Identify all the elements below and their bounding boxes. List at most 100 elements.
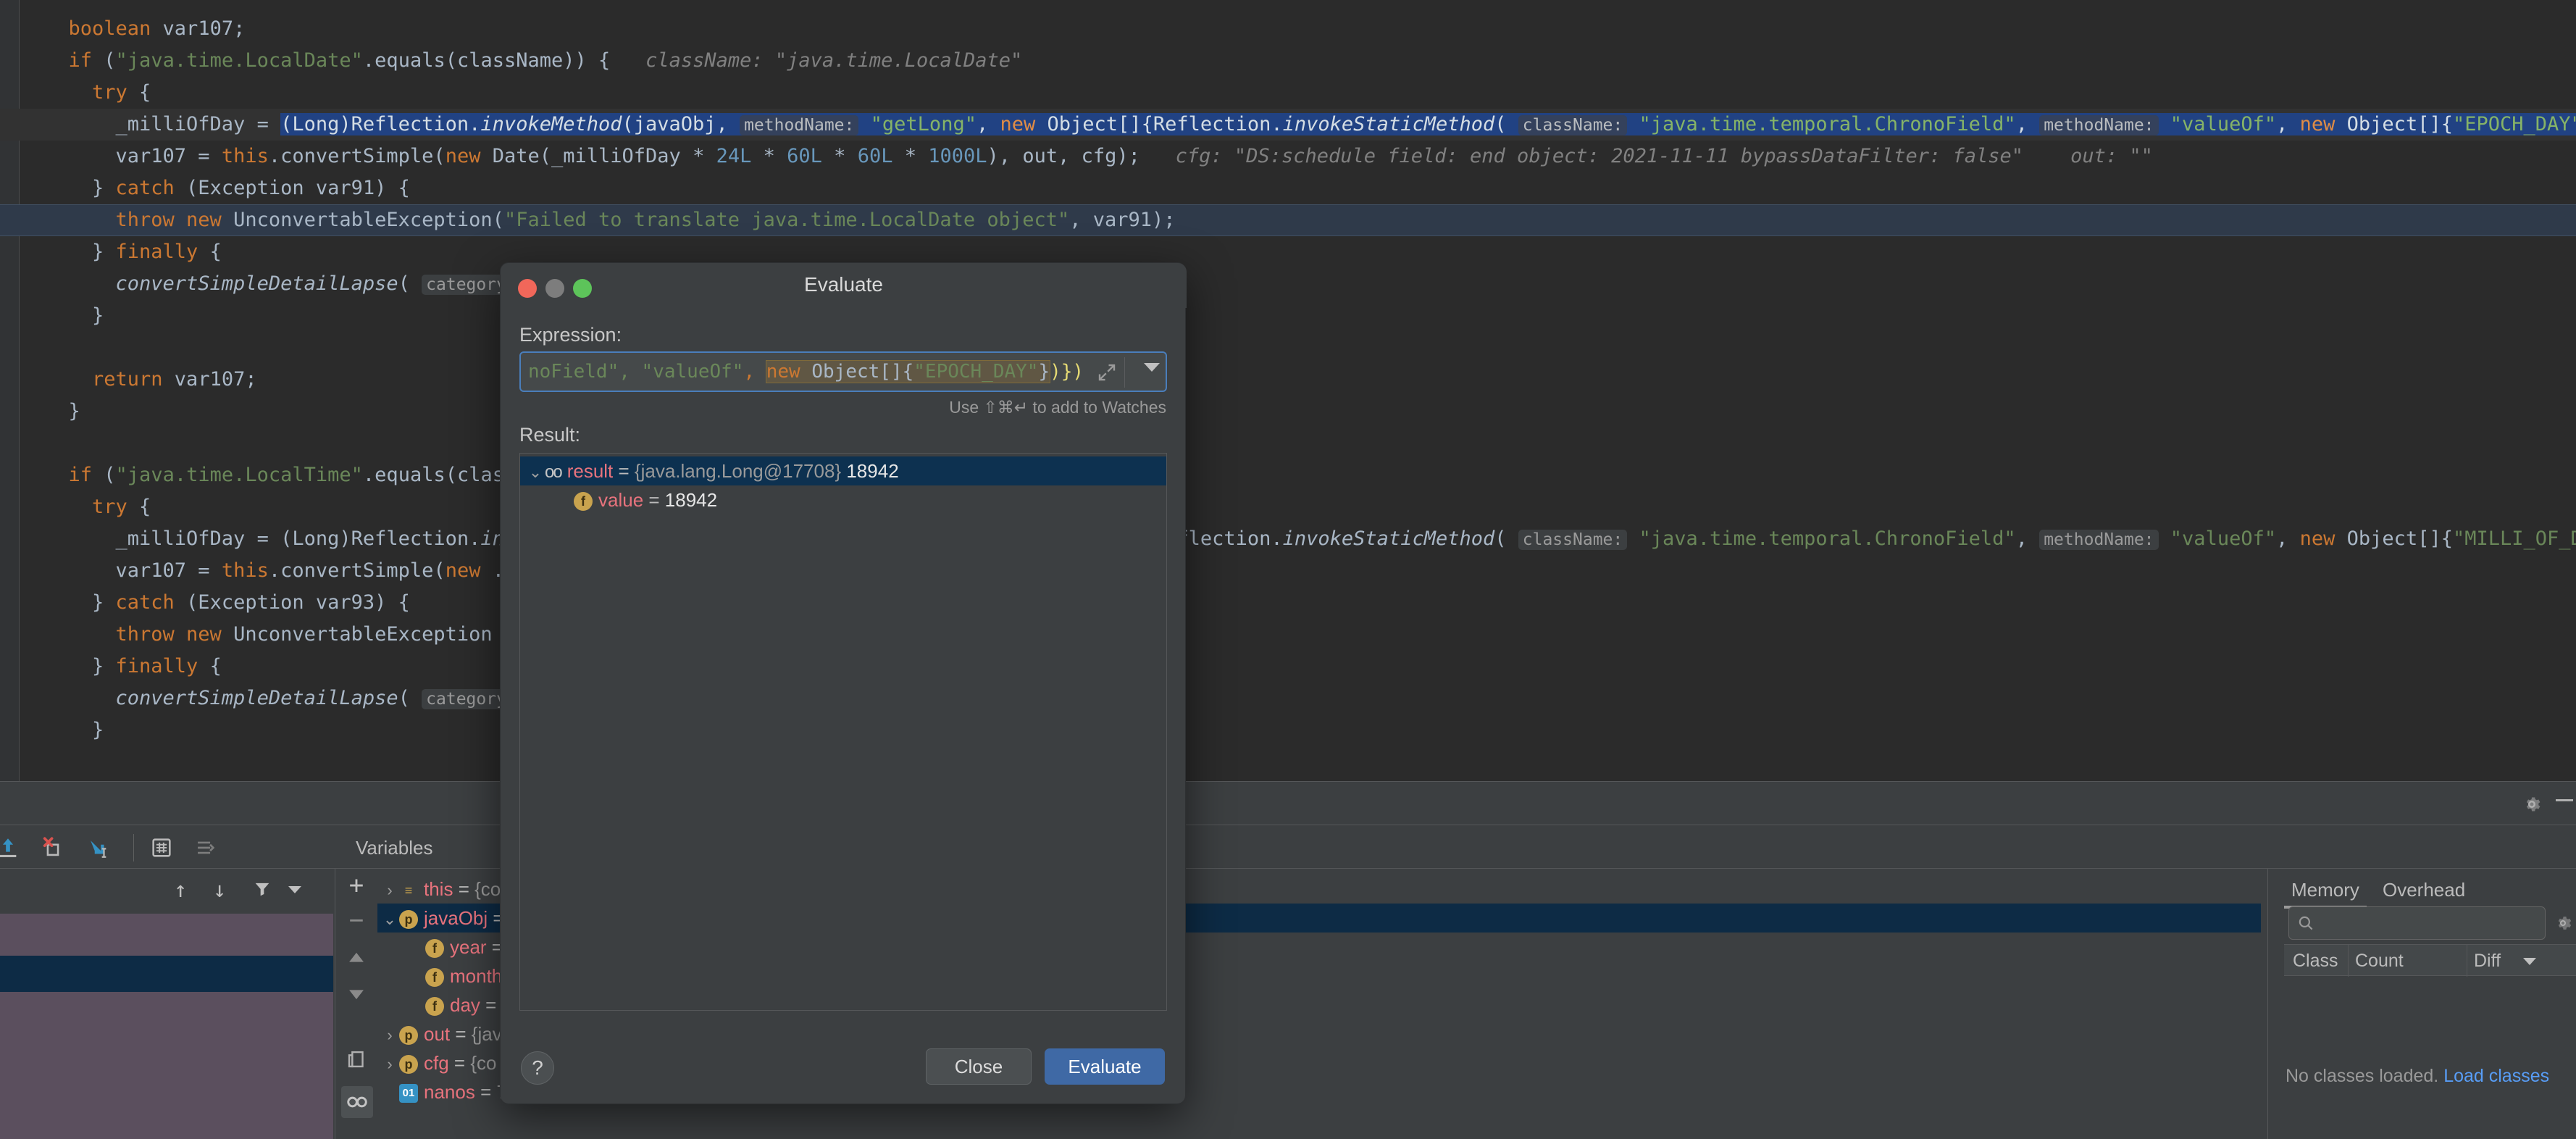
run-to-cursor-icon[interactable]	[85, 835, 110, 860]
code-line[interactable]: }	[0, 396, 2576, 427]
chevron-icon[interactable]: ›	[380, 1050, 399, 1079]
code-line[interactable]: return var107;	[0, 364, 2576, 396]
frames-pane[interactable]: ↑ ↓	[0, 869, 333, 1139]
code-token: _milliOfDay = (Long)Reflection.	[116, 527, 481, 550]
variable-name: out	[424, 1023, 450, 1045]
memory-column-count[interactable]: Count	[2355, 951, 2404, 972]
code-line[interactable]: }	[0, 300, 2576, 332]
memory-empty-message: No classes loaded. Load classes	[2286, 1066, 2549, 1087]
code-line[interactable]: if ("java.time.LocalTime".equals(classNa…	[0, 459, 2576, 491]
tab-memory[interactable]: Memory	[2284, 875, 2367, 906]
chevron-down-icon[interactable]	[1144, 363, 1160, 372]
code-line[interactable]: _milliOfDay = (Long)Reflection.invokeMet…	[0, 523, 2576, 555]
code-line[interactable]	[0, 332, 2576, 364]
chevron-icon[interactable]: ⌄	[380, 905, 399, 934]
code-token: invokeStaticMethod	[1283, 113, 1495, 135]
code-token: }	[92, 591, 116, 614]
add-icon[interactable]: +	[344, 873, 369, 898]
result-row[interactable]: fvalue = 18942	[520, 485, 1166, 514]
result-row[interactable]: ⌄ooresult = {java.lang.Long@17708} 18942	[520, 456, 1166, 485]
code-line[interactable]: try {	[0, 491, 2576, 523]
code-editor[interactable]: boolean var107;if ("java.time.LocalDate"…	[0, 0, 2576, 781]
code-token: , var91);	[1069, 209, 1175, 231]
code-token: if	[69, 464, 104, 486]
code-token	[1140, 145, 1176, 167]
chevron-down-icon[interactable]	[288, 886, 301, 893]
inspect-icon[interactable]	[341, 1086, 373, 1118]
frame-row[interactable]	[0, 992, 333, 1139]
remove-icon[interactable]: −	[344, 908, 369, 933]
result-equals: =	[643, 489, 665, 511]
code-line[interactable]: convertSimpleDetailLapse( category:	[0, 268, 2576, 300]
sort-asc-icon[interactable]: ↑	[174, 877, 187, 903]
chevron-icon[interactable]: ›	[380, 876, 399, 905]
move-up-icon[interactable]	[344, 946, 369, 970]
help-button[interactable]: ?	[521, 1051, 554, 1085]
sort-desc-icon[interactable]: ↓	[213, 877, 226, 903]
variable-equals: =	[453, 878, 474, 900]
move-down-icon[interactable]	[344, 982, 369, 1006]
expand-editor-icon[interactable]	[1096, 362, 1118, 383]
evaluate-expression-icon[interactable]	[149, 835, 174, 860]
code-token: new	[446, 559, 481, 582]
tab-overhead[interactable]: Overhead	[2375, 875, 2472, 906]
evaluate-button[interactable]: Evaluate	[1045, 1048, 1165, 1085]
frame-row[interactable]	[0, 914, 333, 956]
code-line[interactable]: } finally {	[0, 651, 2576, 683]
code-token: catch	[116, 177, 175, 199]
code-line[interactable]: boolean var107;	[0, 13, 2576, 45]
code-line[interactable]: if ("java.time.LocalDate".equals(classNa…	[0, 45, 2576, 77]
code-token: Object[]{Reflection.	[1035, 113, 1282, 135]
memory-settings-gear-icon[interactable]	[2552, 912, 2574, 934]
memory-column-class[interactable]: Class	[2293, 951, 2338, 972]
code-line[interactable]: } catch (Exception var91) {	[0, 172, 2576, 204]
column-divider	[2348, 945, 2349, 977]
code-token	[858, 113, 870, 135]
code-token: catch	[116, 591, 175, 614]
code-line[interactable]: try {	[0, 77, 2576, 109]
show-hide-frames-icon[interactable]	[193, 835, 217, 860]
code-line[interactable]: var107 = this.convertSimple(new Date(_mi…	[0, 141, 2576, 172]
drop-frame-icon[interactable]	[41, 835, 65, 860]
code-token: (	[398, 272, 422, 295]
code-line[interactable]: convertSimpleDetailLapse( category:	[0, 683, 2576, 714]
watches-hint: Use ⇧⌘↵ to add to Watches	[949, 398, 1166, 417]
code-token: "getLong"	[871, 113, 977, 135]
code-token	[1627, 527, 1639, 550]
memory-column-diff[interactable]: Diff	[2474, 951, 2501, 972]
expression-input[interactable]: noField", "valueOf", new Object[]{"EPOCH…	[519, 351, 1167, 392]
code-line[interactable]: var107 = this.convertSimple(new ...	[0, 555, 2576, 587]
step-out-icon[interactable]	[0, 835, 20, 860]
copy-icon[interactable]	[344, 1047, 369, 1072]
code-line[interactable]: }	[0, 714, 2576, 746]
load-classes-link[interactable]: Load classes	[2443, 1066, 2549, 1086]
expression-token-brace: }	[1038, 361, 1050, 383]
sort-chevron-down-icon[interactable]	[2523, 958, 2536, 965]
variables-action-strip: + −	[335, 869, 377, 1139]
memory-search-input[interactable]	[2288, 906, 2546, 940]
code-token: new	[1000, 113, 1035, 135]
gear-icon[interactable]	[2521, 793, 2543, 815]
code-line[interactable]	[0, 427, 2576, 459]
code-line[interactable]: } catch (Exception var93) {	[0, 587, 2576, 619]
expression-token-epoch: "EPOCH_DAY"	[913, 361, 1038, 383]
variable-value: {co	[470, 1052, 496, 1074]
code-token: .convertSimple(	[269, 145, 446, 167]
ide-window: boolean var107;if ("java.time.LocalDate"…	[0, 0, 2576, 1139]
code-line[interactable]: throw new UnconvertableException("Failed…	[0, 204, 2576, 236]
code-token: (	[104, 49, 115, 72]
result-tree[interactable]: ⌄ooresult = {java.lang.Long@17708} 18942…	[519, 453, 1167, 1011]
chevron-down-icon[interactable]: ⌄	[526, 458, 545, 487]
code-line[interactable]: throw new UnconvertableException	[0, 619, 2576, 651]
frame-row[interactable]	[0, 956, 333, 992]
code-token: try	[92, 496, 139, 518]
chevron-icon[interactable]: ›	[380, 1021, 399, 1050]
close-button[interactable]: Close	[926, 1048, 1032, 1085]
minimize-icon[interactable]	[2556, 799, 2573, 801]
code-line[interactable]: } finally {	[0, 236, 2576, 268]
code-line[interactable]: _milliOfDay = (Long)Reflection.invokeMet…	[0, 109, 2576, 141]
evaluate-dialog[interactable]: Evaluate Expression: noField", "valueOf"…	[500, 262, 1186, 1104]
code-token: finally	[116, 655, 198, 677]
filter-icon[interactable]	[252, 879, 272, 899]
code-token: convertSimpleDetailLapse	[116, 272, 398, 295]
